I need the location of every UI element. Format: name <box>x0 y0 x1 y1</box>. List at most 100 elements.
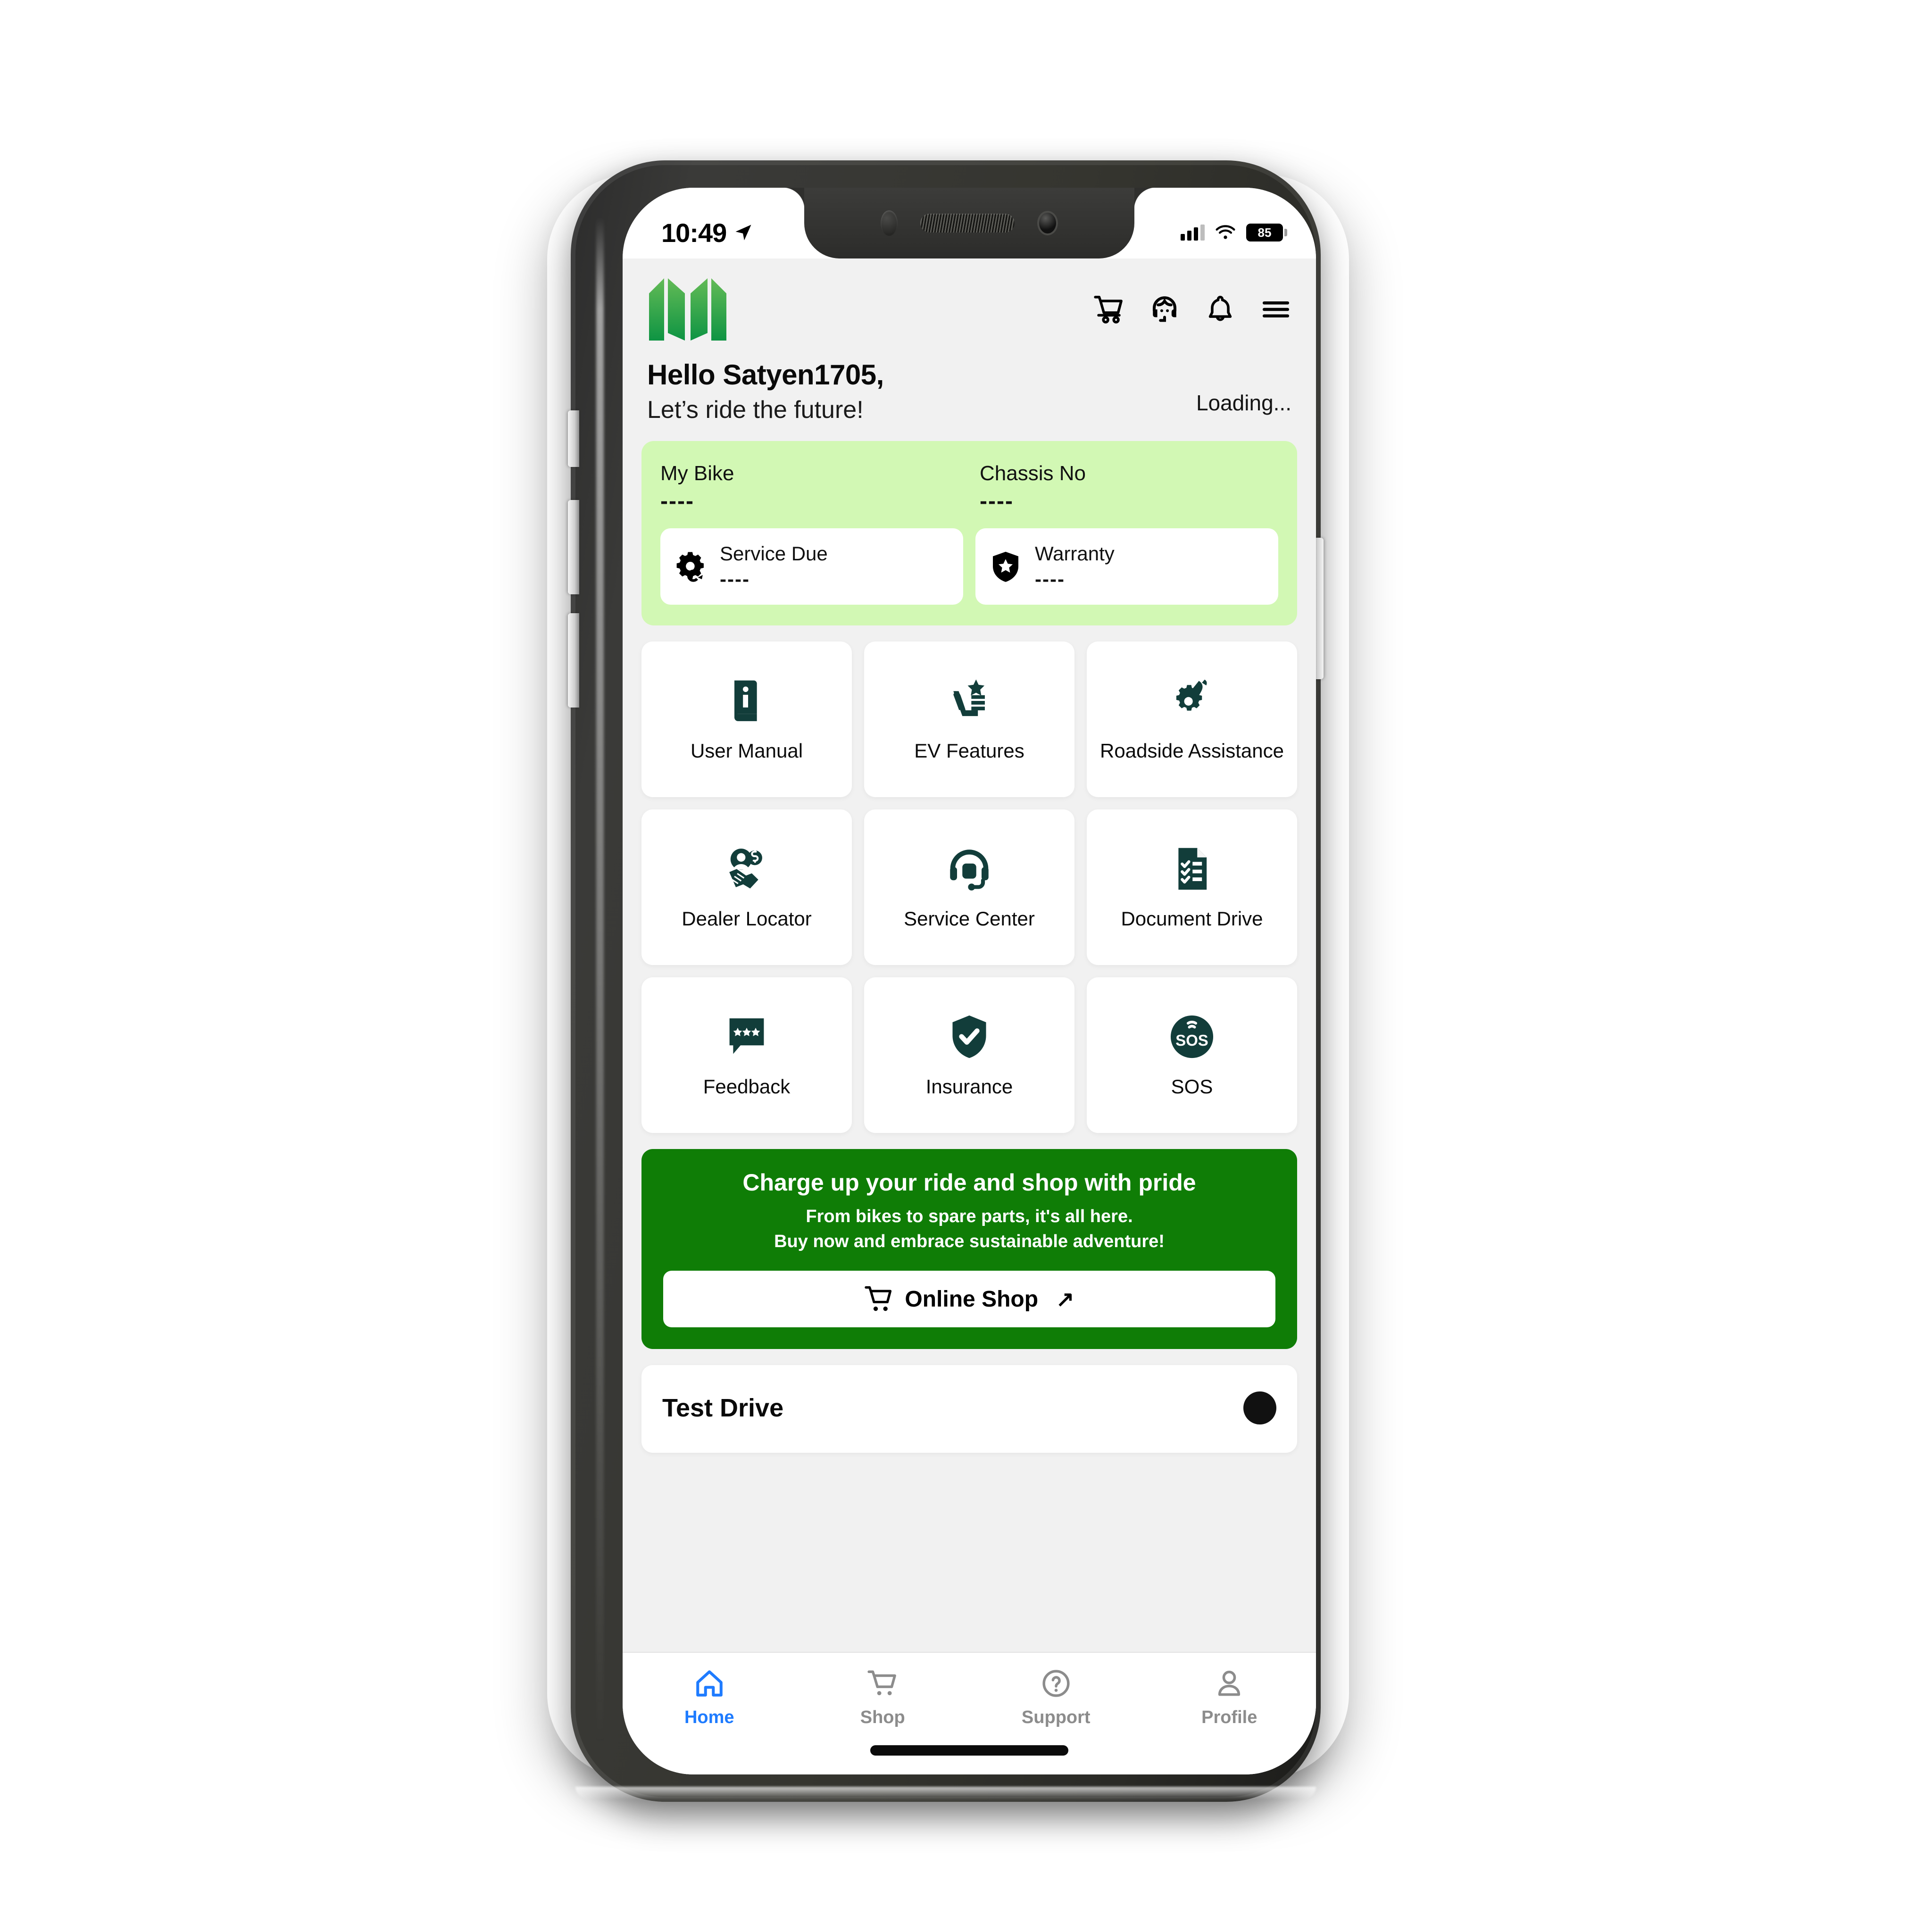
greeting-text-block: Hello Satyen1705, Let’s ride the future! <box>647 358 884 424</box>
tile-ev-features[interactable]: EV Features <box>864 641 1074 797</box>
warranty-card[interactable]: Warranty ---- <box>975 528 1278 605</box>
tile-service-center[interactable]: Service Center <box>864 809 1074 965</box>
document-checklist-icon <box>1178 848 1207 890</box>
shield-star-icon <box>993 551 1018 582</box>
support-agent-icon[interactable] <box>1149 294 1180 325</box>
tile-user-manual[interactable]: User Manual <box>641 641 852 797</box>
header-icon-group <box>1093 294 1291 325</box>
battery-indicator: 85 <box>1246 224 1287 242</box>
chassis-label: Chassis No <box>980 462 1086 485</box>
test-drive-indicator-icon <box>1243 1391 1276 1424</box>
gear-refresh-icon <box>676 552 704 582</box>
tile-dealer-locator[interactable]: Dealer Locator <box>641 809 852 965</box>
tile-label: Dealer Locator <box>682 907 812 930</box>
online-shop-label: Online Shop <box>905 1286 1039 1312</box>
cart-icon <box>867 1670 897 1696</box>
nav-label: Shop <box>860 1707 905 1727</box>
promo-subtitle-2: Buy now and embrace sustainable adventur… <box>774 1232 1165 1251</box>
home-icon <box>696 1670 723 1697</box>
hamburger-menu-icon[interactable] <box>1260 294 1291 325</box>
loading-status: Loading... <box>1196 391 1291 415</box>
status-time: 10:49 <box>661 217 727 248</box>
bottom-navigation: Home Shop Support Profile <box>623 1652 1316 1774</box>
phone-screen: 10:49 85 Hello Satyen1705, Let’s ride th… <box>623 188 1316 1774</box>
nav-item-profile[interactable]: Profile <box>1143 1668 1316 1728</box>
info-book-icon <box>734 680 757 721</box>
status-bar-right: 85 <box>1181 224 1287 242</box>
phone-frame: 10:49 85 Hello Satyen1705, Let’s ride th… <box>568 160 1324 1802</box>
chassis-value: ---- <box>980 489 1014 514</box>
nav-label: Home <box>684 1707 734 1727</box>
proximity-sensor-icon <box>881 210 898 236</box>
nav-label: Profile <box>1201 1707 1257 1727</box>
shield-check-icon <box>952 1015 986 1058</box>
bike-status-row: Service Due ---- Warranty ---- <box>660 528 1278 605</box>
device-notch <box>783 188 1156 258</box>
tile-label: EV Features <box>914 739 1024 762</box>
volume-up-button[interactable] <box>568 500 579 594</box>
earpiece-speaker <box>920 214 1015 233</box>
seat-star-icon <box>953 679 985 716</box>
bike-summary-row: My Bike ---- Chassis No ---- <box>660 462 1278 514</box>
tile-label: Feedback <box>703 1075 791 1098</box>
cellular-signal-icon <box>1181 225 1205 241</box>
service-due-label: Service Due <box>720 542 828 565</box>
warranty-text: Warranty ---- <box>1035 542 1115 591</box>
tile-feedback[interactable]: Feedback <box>641 977 852 1133</box>
test-drive-card[interactable]: Test Drive <box>641 1365 1297 1453</box>
location-arrow-icon <box>735 225 751 241</box>
bell-icon[interactable] <box>1205 294 1236 325</box>
mute-switch-button[interactable] <box>568 410 579 467</box>
tile-label: Document Drive <box>1121 907 1263 930</box>
phone-mockup: 10:49 85 Hello Satyen1705, Let’s ride th… <box>547 160 1358 1811</box>
tile-label: User Manual <box>690 739 803 762</box>
sos-icon: SOS <box>1170 1015 1214 1058</box>
tile-label: Roadside Assistance <box>1100 739 1284 762</box>
warranty-label: Warranty <box>1035 542 1115 565</box>
cart-icon <box>865 1286 892 1311</box>
user-icon <box>1218 1671 1241 1696</box>
my-bike-column: My Bike ---- <box>660 462 959 514</box>
nav-label: Support <box>1021 1707 1091 1727</box>
frame-highlight <box>596 217 604 1745</box>
tile-sos[interactable]: SOS SOS <box>1087 977 1297 1133</box>
nav-item-home[interactable]: Home <box>623 1668 796 1728</box>
brand-logo[interactable] <box>647 275 728 344</box>
page-title: Hello Satyen1705, <box>647 359 884 391</box>
tile-insurance[interactable]: Insurance <box>864 977 1074 1133</box>
online-shop-button[interactable]: Online Shop ↗ <box>663 1271 1275 1327</box>
svg-text:SOS: SOS <box>1175 1032 1208 1049</box>
chat-stars-icon <box>729 1018 764 1054</box>
tile-label: Insurance <box>925 1075 1013 1098</box>
my-bike-label: My Bike <box>660 462 734 485</box>
external-link-arrow-icon: ↗ <box>1056 1287 1074 1311</box>
my-bike-card[interactable]: My Bike ---- Chassis No ---- Service Due… <box>641 441 1297 625</box>
service-due-card[interactable]: Service Due ---- <box>660 528 963 605</box>
home-indicator[interactable] <box>870 1745 1068 1756</box>
greeting-section: Hello Satyen1705, Let’s ride the future!… <box>623 344 1316 424</box>
quick-actions-grid: User Manual EV Features Roadside Assista… <box>641 641 1297 1133</box>
tile-roadside-assistance[interactable]: Roadside Assistance <box>1087 641 1297 797</box>
warranty-value: ---- <box>1035 568 1065 590</box>
service-due-value: ---- <box>720 568 750 590</box>
my-bike-value: ---- <box>660 489 694 514</box>
greeting-subtitle: Let’s ride the future! <box>647 396 864 424</box>
service-due-text: Service Due ---- <box>720 542 828 591</box>
nav-item-shop[interactable]: Shop <box>796 1668 970 1728</box>
handshake-dollar-icon <box>729 848 762 889</box>
app-header <box>623 258 1316 344</box>
tile-label: Service Center <box>904 907 1035 930</box>
promo-banner[interactable]: Charge up your ride and shop with pride … <box>641 1149 1297 1349</box>
app-content: Hello Satyen1705, Let’s ride the future!… <box>623 258 1316 1774</box>
volume-down-button[interactable] <box>568 613 579 708</box>
test-drive-title: Test Drive <box>662 1394 784 1422</box>
headset-icon <box>950 849 989 891</box>
front-camera-icon <box>1037 211 1058 235</box>
tile-document-drive[interactable]: Document Drive <box>1087 809 1297 965</box>
cart-icon[interactable] <box>1093 294 1124 325</box>
tile-label: SOS <box>1171 1075 1213 1098</box>
help-circle-icon <box>1042 1670 1070 1697</box>
nav-item-support[interactable]: Support <box>969 1668 1143 1728</box>
wifi-icon <box>1216 225 1235 239</box>
promo-title: Charge up your ride and shop with pride <box>742 1169 1196 1196</box>
